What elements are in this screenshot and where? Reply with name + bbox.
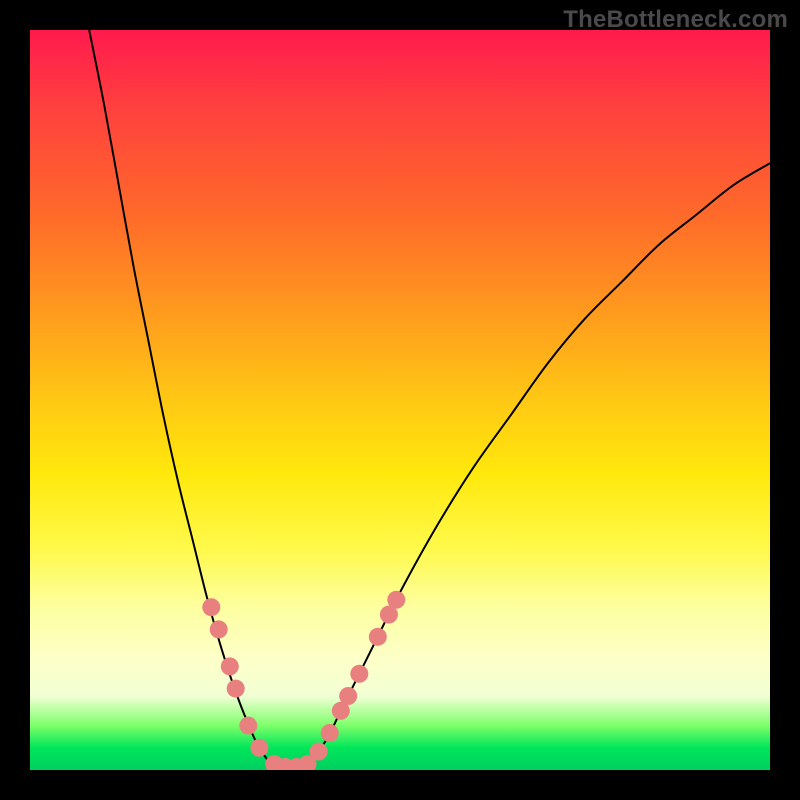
- marker-point: [339, 687, 357, 705]
- marker-point: [250, 739, 268, 757]
- marker-point: [227, 680, 245, 698]
- marker-point: [369, 628, 387, 646]
- marker-point: [221, 657, 239, 675]
- curve-left-branch: [89, 30, 274, 766]
- marker-point: [210, 620, 228, 638]
- marker-point: [387, 591, 405, 609]
- curve-layer: [30, 30, 770, 770]
- marker-point: [310, 743, 328, 761]
- marker-point: [239, 717, 257, 735]
- marker-point: [321, 724, 339, 742]
- curve-right-branch: [304, 163, 770, 766]
- plot-area: [30, 30, 770, 770]
- chart-frame: TheBottleneck.com: [0, 0, 800, 800]
- marker-point: [202, 598, 220, 616]
- marker-point: [350, 665, 368, 683]
